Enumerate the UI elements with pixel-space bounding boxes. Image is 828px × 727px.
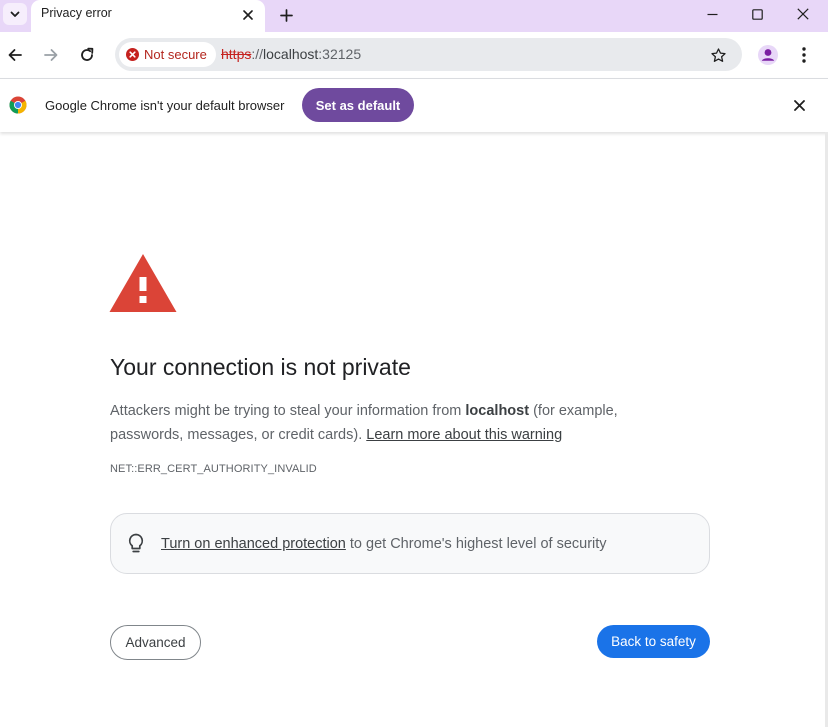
default-browser-infobar: Google Chrome isn't your default browser… <box>0 78 828 132</box>
learn-more-link[interactable]: Learn more about this warning <box>366 427 562 443</box>
arrow-left-icon <box>8 49 22 61</box>
enhanced-protection-link[interactable]: Turn on enhanced protection <box>161 536 346 552</box>
lightbulb-icon <box>128 533 144 553</box>
security-chip-label: Not secure <box>144 47 207 62</box>
enhanced-protection-text: Turn on enhanced protection to get Chrom… <box>161 536 607 552</box>
set-as-default-button[interactable]: Set as default <box>302 88 414 122</box>
close-icon <box>793 99 805 111</box>
infobar-close-button[interactable] <box>787 93 811 117</box>
profile-icon <box>758 45 778 65</box>
desc-text-before: Attackers might be trying to steal your … <box>110 403 466 419</box>
enhanced-protection-card: Turn on enhanced protection to get Chrom… <box>110 513 710 574</box>
url-text[interactable]: https://localhost:32125 <box>221 46 361 62</box>
infobar-message: Google Chrome isn't your default browser <box>45 98 285 113</box>
enhanced-protection-rest: to get Chrome's highest level of securit… <box>345 536 607 552</box>
warning-description: Attackers might be trying to steal your … <box>110 399 670 447</box>
chevron-down-icon <box>10 11 20 17</box>
chrome-menu-button[interactable] <box>790 41 818 69</box>
tab-search-button[interactable] <box>3 3 27 25</box>
back-to-safety-button[interactable]: Back to safety <box>597 625 710 658</box>
minimize-icon <box>707 13 717 15</box>
error-circle-icon <box>126 48 139 61</box>
kebab-menu-icon <box>802 47 806 63</box>
forward-button[interactable] <box>37 41 65 69</box>
chrome-logo-icon <box>9 96 27 114</box>
plus-icon <box>279 8 293 22</box>
error-code: NET::ERR_CERT_AUTHORITY_INVALID <box>110 463 317 475</box>
page-title: Your connection is not private <box>110 354 411 380</box>
bookmark-button[interactable] <box>708 45 728 65</box>
arrow-right-icon <box>44 49 58 61</box>
maximize-button[interactable] <box>734 0 780 28</box>
url-host: localhost <box>263 46 319 62</box>
warning-triangle-icon <box>109 254 177 312</box>
security-chip-pill[interactable]: Not secure <box>119 42 216 67</box>
new-tab-button[interactable] <box>275 4 297 26</box>
star-icon <box>710 47 726 62</box>
advanced-button[interactable]: Advanced <box>110 625 201 660</box>
tab-privacy-error[interactable]: Privacy error <box>31 0 265 32</box>
tab-title: Privacy error <box>41 6 112 20</box>
maximize-icon <box>751 8 763 20</box>
minimize-button[interactable] <box>689 0 735 28</box>
toolbar: Not secure https://localhost:32125 <box>0 32 828 78</box>
profile-button[interactable] <box>754 41 782 69</box>
window-close-button[interactable] <box>780 0 826 28</box>
close-icon <box>243 10 253 20</box>
reload-button[interactable] <box>73 41 101 69</box>
tab-close-button[interactable] <box>239 6 257 24</box>
reload-icon <box>81 47 94 61</box>
back-button[interactable] <box>1 41 29 69</box>
url-separator: :// <box>251 46 264 62</box>
tab-strip: Privacy error <box>0 0 828 32</box>
address-bar[interactable]: Not secure https://localhost:32125 <box>115 38 742 71</box>
url-port: :32125 <box>318 46 362 62</box>
desc-hostname: localhost <box>465 403 530 419</box>
url-scheme: https <box>221 46 252 62</box>
close-icon <box>797 8 809 20</box>
